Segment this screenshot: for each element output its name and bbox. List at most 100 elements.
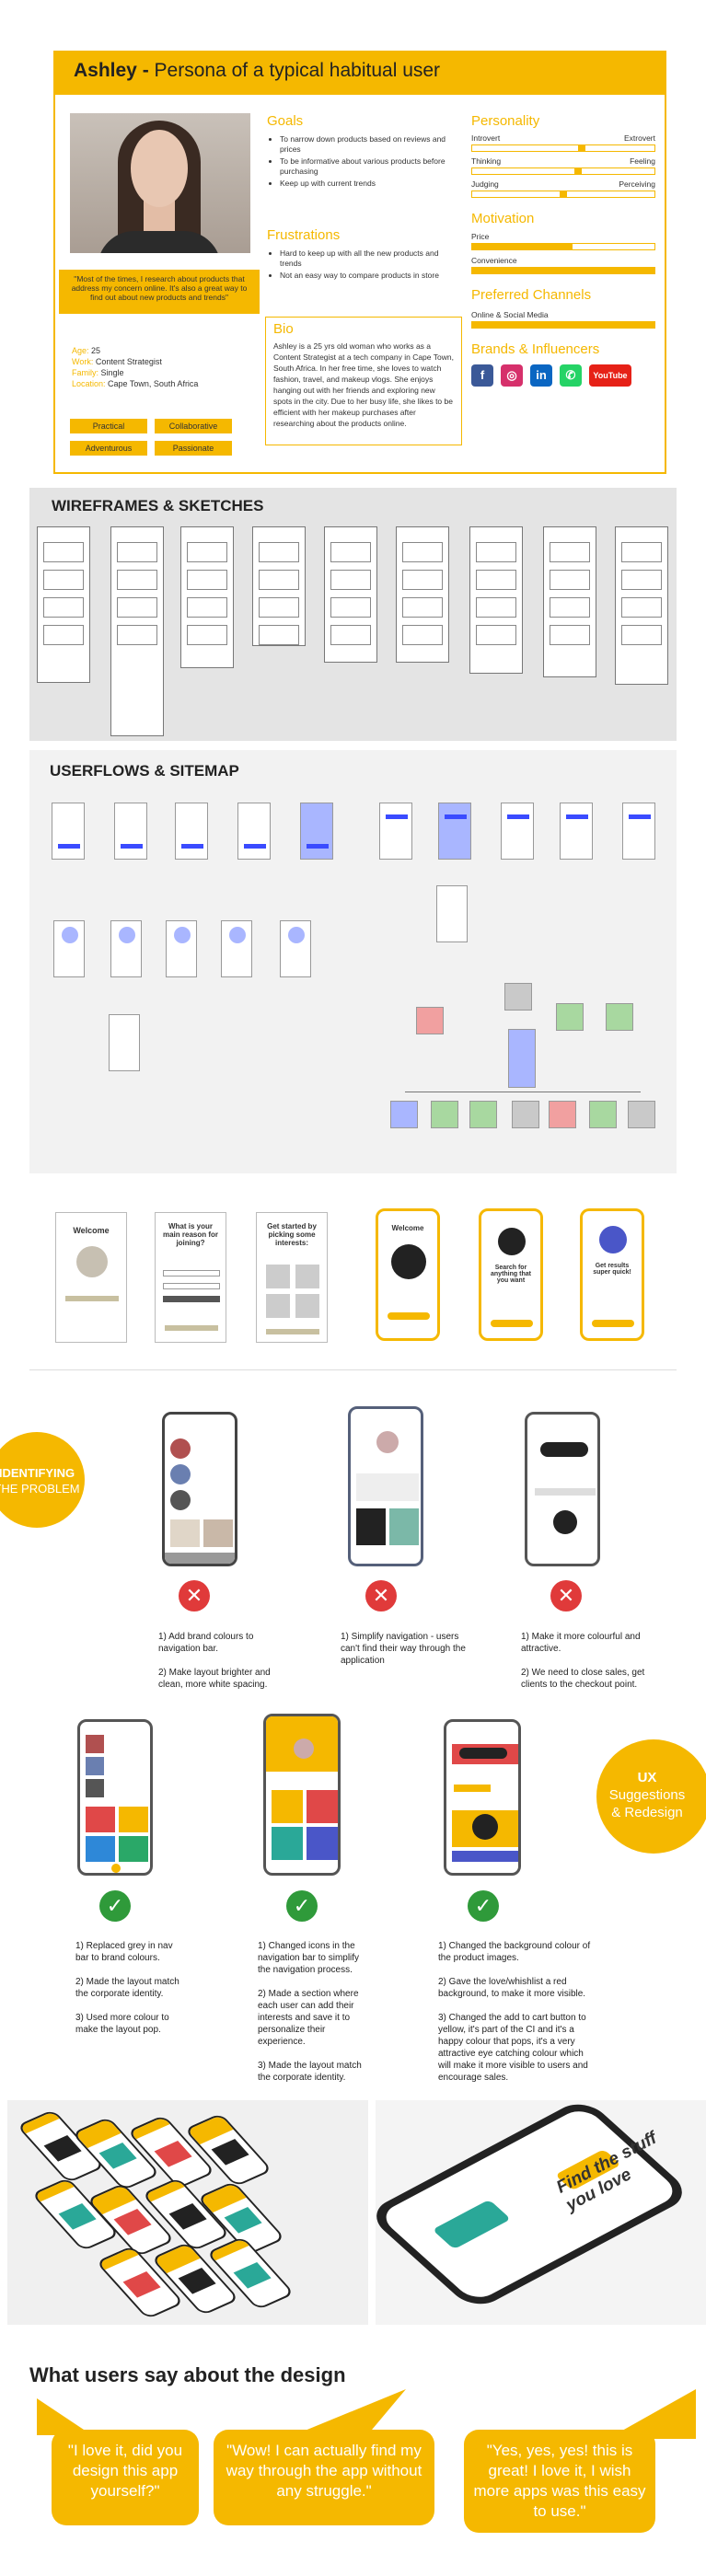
ux-line1: UX: [637, 1770, 657, 1785]
flow-screen: [469, 1101, 497, 1128]
problem-text-1: 1) Add brand colours to navigation bar. …: [158, 1632, 271, 1690]
screen-interests: Get started by picking some interests:: [256, 1212, 328, 1343]
tag: Practical: [70, 419, 147, 433]
solution-screen-3: [444, 1719, 521, 1876]
youtube-icon: YouTube: [589, 364, 631, 387]
personality-scale-2: Judging Perceiving: [471, 179, 655, 198]
meta-work: Work: Content Strategist: [72, 357, 162, 366]
ux-badge: UX Suggestions & Redesign: [596, 1739, 706, 1854]
wireframe-sketch: [324, 526, 377, 663]
solution-text-2: 1) Changed icons in the navigation bar t…: [258, 1941, 362, 2083]
screen-welcome-final: Welcome: [376, 1208, 440, 1341]
wireframe-sketch: [396, 526, 449, 663]
solution-check-icon: ✓: [468, 1890, 499, 1922]
flow-screen: [110, 920, 142, 977]
flow-screen: [109, 1014, 140, 1071]
wireframe-sketch: [110, 526, 164, 736]
flow-screen: [628, 1101, 655, 1128]
flow-screen: [556, 1003, 584, 1031]
motivation-bar: [471, 267, 655, 274]
problem-screen-3: [525, 1412, 600, 1566]
frustration-item: Hard to keep up with all the new product…: [280, 248, 460, 269]
solution-text-1: 1) Replaced grey in nav bar to brand col…: [75, 1941, 179, 2035]
bio-section: Bio Ashley is a 25 yrs old woman who wor…: [265, 317, 462, 445]
solution-screen-1: [77, 1719, 153, 1876]
brands-row: f ◎ in ✆ YouTube: [471, 364, 655, 387]
welcome-heading-final: Welcome: [391, 1224, 424, 1232]
flow-screen: [390, 1101, 418, 1128]
channel-label: Online & Social Media: [471, 310, 549, 319]
screen-search: Search for anything that you want: [479, 1208, 543, 1341]
goals-title: Goals: [267, 113, 304, 129]
flow-screen: [237, 803, 271, 860]
persona-title-text: Persona of a typical habitual user: [154, 60, 441, 81]
persona-meta: Age: 25 Work: Content Strategist Family:…: [72, 345, 198, 389]
flow-screen: [300, 803, 333, 860]
solution-screen-2: [263, 1714, 341, 1876]
search-heading: Search for anything that you want: [491, 1265, 531, 1284]
meta-family: Family: Single: [72, 368, 124, 377]
flow-screen: [53, 920, 85, 977]
solution-check-icon: ✓: [286, 1890, 318, 1922]
problem-text-3: 1) Make it more colourful and attractive…: [521, 1632, 645, 1690]
goal-item: To narrow down products based on reviews…: [280, 134, 460, 155]
wireframes-title: WIREFRAMES & SKETCHES: [52, 497, 264, 514]
screen-results: Get results super quick!: [580, 1208, 644, 1341]
identifying-badge: IDENTIFYING THE PROBLEM: [0, 1432, 85, 1528]
facebook-icon: f: [471, 364, 493, 387]
ux-line3: & Redesign: [611, 1805, 683, 1820]
problem-text-2: 1) Simplify navigation - users can't fin…: [341, 1632, 466, 1666]
problem-screen-2: [348, 1406, 423, 1566]
wireframe-sketch: [180, 526, 234, 668]
brands-title: Brands & Influencers: [471, 341, 600, 357]
flow-screen: [438, 803, 471, 860]
flow-screen: [508, 1029, 536, 1088]
flow-screen: [589, 1101, 617, 1128]
problem-mark-icon: ✕: [179, 1580, 210, 1611]
flow-screen: [504, 983, 532, 1011]
motivation-bar: [471, 243, 655, 250]
linkedin-icon: in: [530, 364, 552, 387]
wireframe-sketch: [37, 526, 90, 683]
problem-mark-icon: ✕: [365, 1580, 397, 1611]
goals-section: Goals To narrow down products based on r…: [267, 113, 460, 191]
frustration-item: Not an easy way to compare products in s…: [280, 271, 460, 281]
motivation-title: Motivation: [471, 211, 535, 226]
motivation-label: Price: [471, 232, 490, 241]
persona-right-column: Personality Introvert Extrovert Thinking F…: [471, 113, 655, 387]
flow-screen: [52, 803, 85, 860]
testimonial-1: "I love it, did you design this app your…: [52, 2430, 199, 2525]
flow-screen: [379, 803, 412, 860]
bio-text: Ashley is a 25 yrs old woman who works a…: [273, 341, 454, 428]
flow-screen: [175, 803, 208, 860]
channel-bar: [471, 321, 655, 329]
goal-item: Keep up with current trends: [280, 179, 460, 189]
persona-name: Ashley -: [74, 60, 155, 81]
bio-title: Bio: [273, 321, 294, 337]
tag: Collaborative: [155, 419, 232, 433]
flow-screen: [280, 920, 311, 977]
flow-screen: [221, 920, 252, 977]
divider: [29, 1369, 677, 1370]
screen-reason: What is your main reason for joining?: [155, 1212, 226, 1343]
problem-mark-icon: ✕: [550, 1580, 582, 1611]
flow-screen: [166, 920, 197, 977]
meta-age: Age: 25: [72, 346, 101, 355]
ux-line2: Suggestions: [608, 1787, 686, 1803]
flow-screen: [622, 803, 655, 860]
tag: Adventurous: [70, 441, 147, 456]
persona-quote: "Most of the times, I research about pro…: [59, 270, 260, 314]
screen-welcome: Welcome: [55, 1212, 127, 1343]
solution-check-icon: ✓: [99, 1890, 131, 1922]
meta-location: Location: Cape Town, South Africa: [72, 379, 199, 388]
results-heading: Get results super quick!: [593, 1263, 631, 1276]
solution-text-3: 1) Changed the background colour of the …: [438, 1941, 591, 2083]
flow-screen: [560, 803, 593, 860]
interests-heading: Get started by picking some interests:: [267, 1222, 317, 1247]
identifying-line1: IDENTIFYING: [0, 1466, 75, 1480]
flow-screen: [512, 1101, 539, 1128]
personality-scale-0: Introvert Extrovert: [471, 133, 655, 152]
personality-scale-1: Thinking Feeling: [471, 156, 655, 175]
wireframe-sketch: [252, 526, 306, 646]
instagram-icon: ◎: [501, 364, 523, 387]
